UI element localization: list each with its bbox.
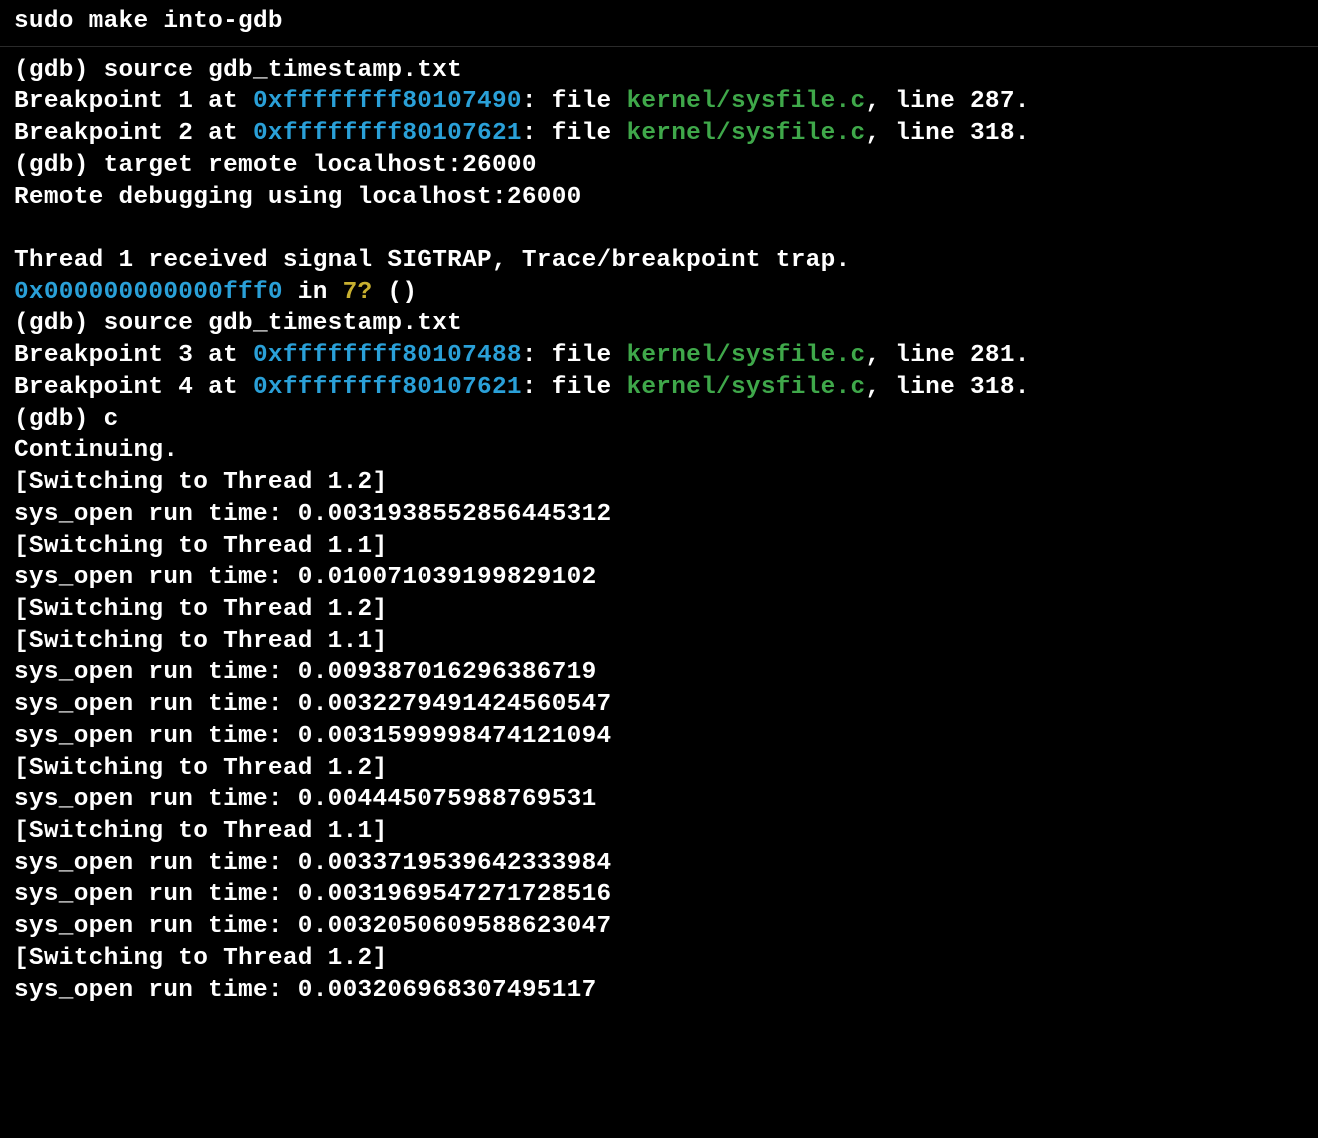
text-segment: Breakpoint 3 at (14, 342, 253, 369)
text-segment: , line 318. (865, 374, 1029, 401)
terminal-line: Remote debugging using localhost:26000 (14, 182, 1304, 214)
text-segment: sys_open run time: 0.003206968307495117 (14, 977, 597, 1004)
text-segment: (gdb) target remote localhost:26000 (14, 152, 537, 179)
text-segment: (gdb) source gdb_timestamp.txt (14, 310, 462, 337)
terminal-line: sys_open run time: 0.0032279491424560547 (14, 689, 1304, 721)
terminal-title: sudo make into-gdb (0, 0, 1318, 47)
text-segment: Breakpoint 2 at (14, 120, 253, 147)
memory-address: 0x000000000000fff0 (14, 279, 283, 306)
terminal-line: [Switching to Thread 1.1] (14, 626, 1304, 658)
terminal-line: sys_open run time: 0.009387016296386719 (14, 657, 1304, 689)
terminal-line: Breakpoint 3 at 0xffffffff80107488: file… (14, 340, 1304, 372)
text-segment: [Switching to Thread 1.2] (14, 469, 387, 496)
terminal-line: [Switching to Thread 1.1] (14, 531, 1304, 563)
terminal-line: sys_open run time: 0.0033719539642333984 (14, 848, 1304, 880)
terminal-line: [Switching to Thread 1.2] (14, 943, 1304, 975)
terminal-line: (gdb) source gdb_timestamp.txt (14, 55, 1304, 87)
terminal-line: sys_open run time: 0.0031599998474121094 (14, 721, 1304, 753)
terminal-line: Breakpoint 2 at 0xffffffff80107621: file… (14, 118, 1304, 150)
text-segment: , line 318. (865, 120, 1029, 147)
text-segment: (gdb) source gdb_timestamp.txt (14, 57, 462, 84)
file-path: kernel/sysfile.c (626, 342, 865, 369)
text-segment: sys_open run time: 0.009387016296386719 (14, 659, 597, 686)
text-segment: [Switching to Thread 1.2] (14, 945, 387, 972)
terminal-line: sys_open run time: 0.0031938552856445312 (14, 499, 1304, 531)
terminal-line: (gdb) source gdb_timestamp.txt (14, 308, 1304, 340)
unknown-symbol: 7? (343, 279, 373, 306)
text-segment: : file (522, 88, 627, 115)
text-segment: [Switching to Thread 1.2] (14, 755, 387, 782)
file-path: kernel/sysfile.c (626, 374, 865, 401)
text-segment: [Switching to Thread 1.2] (14, 596, 387, 623)
text-segment: [Switching to Thread 1.1] (14, 818, 387, 845)
terminal-line: Thread 1 received signal SIGTRAP, Trace/… (14, 245, 1304, 277)
text-segment: sys_open run time: 0.0032050609588623047 (14, 913, 611, 940)
text-segment: sys_open run time: 0.0031938552856445312 (14, 501, 611, 528)
terminal-line: sys_open run time: 0.003206968307495117 (14, 975, 1304, 1007)
text-segment: Breakpoint 4 at (14, 374, 253, 401)
text-segment: Continuing. (14, 437, 178, 464)
text-segment: , line 287. (865, 88, 1029, 115)
terminal-line: Continuing. (14, 435, 1304, 467)
terminal-line: [Switching to Thread 1.2] (14, 594, 1304, 626)
memory-address: 0xffffffff80107621 (253, 120, 522, 147)
text-segment: [Switching to Thread 1.1] (14, 533, 387, 560)
memory-address: 0xffffffff80107490 (253, 88, 522, 115)
terminal-line: Breakpoint 4 at 0xffffffff80107621: file… (14, 372, 1304, 404)
title-text: sudo make into-gdb (14, 8, 283, 35)
text-segment: , line 281. (865, 342, 1029, 369)
memory-address: 0xffffffff80107621 (253, 374, 522, 401)
terminal-output[interactable]: (gdb) source gdb_timestamp.txtBreakpoint… (0, 47, 1318, 1015)
terminal-line: sys_open run time: 0.010071039199829102 (14, 562, 1304, 594)
file-path: kernel/sysfile.c (626, 120, 865, 147)
text-segment: sys_open run time: 0.004445075988769531 (14, 786, 597, 813)
text-segment: sys_open run time: 0.0032279491424560547 (14, 691, 611, 718)
terminal-line: [Switching to Thread 1.2] (14, 467, 1304, 499)
terminal-line: (gdb) c (14, 404, 1304, 436)
text-segment: () (373, 279, 418, 306)
text-segment: sys_open run time: 0.010071039199829102 (14, 564, 597, 591)
text-segment: sys_open run time: 0.0031599998474121094 (14, 723, 611, 750)
text-segment: Thread 1 received signal SIGTRAP, Trace/… (14, 247, 850, 274)
text-segment: : file (522, 120, 627, 147)
terminal-line: Breakpoint 1 at 0xffffffff80107490: file… (14, 86, 1304, 118)
memory-address: 0xffffffff80107488 (253, 342, 522, 369)
text-segment: (gdb) c (14, 406, 119, 433)
file-path: kernel/sysfile.c (626, 88, 865, 115)
text-segment: in (283, 279, 343, 306)
text-segment: sys_open run time: 0.0031969547271728516 (14, 881, 611, 908)
text-segment: sys_open run time: 0.0033719539642333984 (14, 850, 611, 877)
terminal-line (14, 213, 1304, 245)
text-segment: Remote debugging using localhost:26000 (14, 184, 582, 211)
terminal-line: [Switching to Thread 1.1] (14, 816, 1304, 848)
text-segment: : file (522, 342, 627, 369)
text-segment: Breakpoint 1 at (14, 88, 253, 115)
terminal-line: 0x000000000000fff0 in 7? () (14, 277, 1304, 309)
terminal-line: sys_open run time: 0.004445075988769531 (14, 784, 1304, 816)
text-segment: [Switching to Thread 1.1] (14, 628, 387, 655)
terminal-line: sys_open run time: 0.0032050609588623047 (14, 911, 1304, 943)
terminal-line: (gdb) target remote localhost:26000 (14, 150, 1304, 182)
terminal-line: sys_open run time: 0.0031969547271728516 (14, 879, 1304, 911)
text-segment: : file (522, 374, 627, 401)
terminal-line: [Switching to Thread 1.2] (14, 753, 1304, 785)
